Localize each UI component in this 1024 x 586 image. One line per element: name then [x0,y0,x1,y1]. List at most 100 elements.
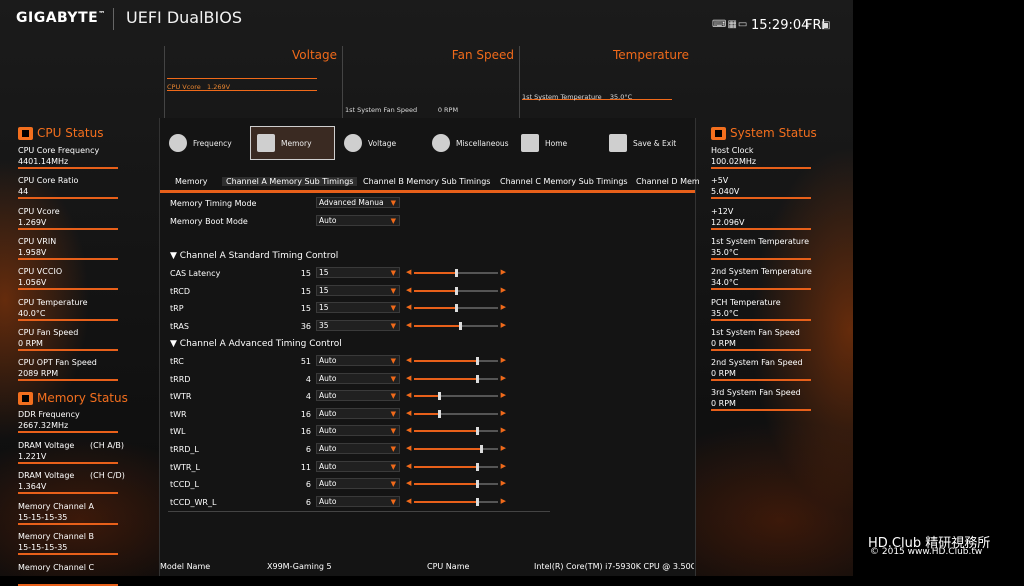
timing-select[interactable]: Auto ▼ [316,407,400,419]
nav-memory[interactable]: Memory [250,126,335,160]
timing-select[interactable]: Auto ▼ [316,390,400,402]
timing-select[interactable]: Auto ▼ [316,355,400,366]
timing-slider[interactable]: ◀ ▶ [406,497,506,507]
slider-track [414,392,498,401]
slider-left-arrow-icon[interactable]: ◀ [406,391,411,399]
slider-knob[interactable] [455,269,458,277]
nav-home[interactable]: Home [515,126,600,160]
slider-left-arrow-icon[interactable]: ◀ [406,462,411,470]
tab-channel-a[interactable]: Channel A Memory Sub Timings [222,177,358,186]
status-item-value: 0 RPM [711,338,736,348]
slider-left-arrow-icon[interactable]: ◀ [406,497,411,505]
timing-select[interactable]: 15 ▼ [316,302,400,313]
timing-slider[interactable]: ◀ ▶ [406,391,506,401]
tab-channel-b[interactable]: Channel B Memory Sub Timings [363,177,490,186]
slider-right-arrow-icon[interactable]: ▶ [501,462,506,470]
nav-miscellaneous[interactable]: Miscellaneous [426,126,511,160]
slider-left-arrow-icon[interactable]: ◀ [406,286,411,294]
nav-frequency[interactable]: Frequency [163,126,248,160]
timing-slider[interactable]: ◀ ▶ [406,356,506,366]
slider-knob[interactable] [455,286,458,295]
timing-select[interactable]: 35 ▼ [316,319,400,331]
slider-right-arrow-icon[interactable]: ▶ [501,479,506,487]
slider-right-arrow-icon[interactable]: ▶ [501,268,506,276]
slider-knob[interactable] [438,392,442,401]
slider-knob[interactable] [455,304,458,312]
timing-slider[interactable]: ◀ ▶ [406,444,506,454]
timing-slider[interactable]: ◀ ▶ [406,374,506,384]
timing-slider[interactable]: ◀ ▶ [406,462,506,472]
slider-right-arrow-icon[interactable]: ▶ [501,426,506,434]
timing-slider[interactable]: ◀ ▶ [406,268,506,278]
status-item: +12V 12.096V [711,207,821,230]
timing-select[interactable]: Auto ▼ [316,460,400,472]
timing-select[interactable]: 15 ▼ [316,284,400,296]
slider-left-arrow-icon[interactable]: ◀ [406,374,411,382]
timing-slider[interactable]: ◀ ▶ [406,479,506,489]
timing-current-value: 4 [305,374,311,384]
timing-select[interactable]: Auto ▼ [316,425,400,437]
slider-knob[interactable] [476,374,479,383]
calendar-icon[interactable]: ▣ [821,20,830,31]
slider-left-arrow-icon[interactable]: ◀ [406,426,411,434]
slider-knob[interactable] [476,497,479,506]
window-icon[interactable]: ▭ [738,19,748,30]
memory-boot-mode-select[interactable]: Auto ▼ [316,215,400,226]
memory-timing-mode-select[interactable]: Advanced Manua ▼ [316,197,400,208]
status-item-label: Host Clock [711,146,754,155]
nav-save-exit[interactable]: Save & Exit [603,126,688,160]
timing-label: tCCD_WR_L [170,497,217,507]
slider-knob[interactable] [480,445,484,453]
advanced-timing-title[interactable]: ▼ Channel A Advanced Timing Control [170,339,342,349]
slider-left-arrow-icon[interactable]: ◀ [406,303,411,311]
timing-select[interactable]: Auto ▼ [316,372,400,384]
timing-current-value: 16 [300,427,311,437]
timing-slider[interactable]: ◀ ▶ [406,303,506,313]
tab-channel-d[interactable]: Channel D Mem [636,177,700,186]
timing-slider[interactable]: ◀ ▶ [406,321,506,331]
slider-left-arrow-icon[interactable]: ◀ [406,268,411,276]
timing-slider[interactable]: ◀ ▶ [406,286,506,296]
temperature-monitor-label: 1st System Temperature 35.0°C [522,93,633,101]
timing-select[interactable]: Auto ▼ [316,495,400,507]
tab-channel-c[interactable]: Channel C Memory Sub Timings [500,177,628,186]
slider-right-arrow-icon[interactable]: ▶ [501,444,506,452]
timing-slider[interactable]: ◀ ▶ [406,409,506,419]
system-gear-icon [711,126,726,140]
status-item-underline [18,348,118,351]
slider-right-arrow-icon[interactable]: ▶ [501,374,506,382]
timing-select[interactable]: Auto ▼ [316,478,400,490]
slider-knob[interactable] [476,427,479,436]
slider-knob[interactable] [476,357,479,365]
slider-right-arrow-icon[interactable]: ▶ [501,409,506,417]
slider-knob[interactable] [459,321,463,330]
slider-left-arrow-icon[interactable]: ◀ [406,321,411,329]
slider-left-arrow-icon[interactable]: ◀ [406,479,411,487]
status-item: CPU Core Frequency 4401.14MHz [18,146,128,169]
slider-left-arrow-icon[interactable]: ◀ [406,444,411,452]
dropdown-arrow-icon: ▼ [390,269,396,277]
standard-timing-title[interactable]: ▼ Channel A Standard Timing Control [170,251,338,261]
slider-right-arrow-icon[interactable]: ▶ [501,391,506,399]
slider-right-arrow-icon[interactable]: ▶ [501,497,506,505]
slider-left-arrow-icon[interactable]: ◀ [406,409,411,417]
status-item-underline [18,257,118,260]
nav-voltage[interactable]: Voltage [338,126,423,160]
tab-memory[interactable]: Memory [175,177,208,186]
memory-timing-mode-value: Advanced Manua [319,198,384,207]
gear-icon [432,134,450,152]
timing-select[interactable]: 15 ▼ [316,267,400,278]
keyboard-icon[interactable]: ⌨ [712,19,727,30]
slider-right-arrow-icon[interactable]: ▶ [501,321,506,329]
slider-knob[interactable] [476,480,479,489]
slider-right-arrow-icon[interactable]: ▶ [501,303,506,311]
timing-slider[interactable]: ◀ ▶ [406,426,506,436]
slider-knob[interactable] [438,409,442,418]
timing-select[interactable]: Auto ▼ [316,443,400,454]
slider-right-arrow-icon[interactable]: ▶ [501,356,506,364]
slider-left-arrow-icon[interactable]: ◀ [406,356,411,364]
grid-icon[interactable]: ▦ [727,19,737,30]
slider-right-arrow-icon[interactable]: ▶ [501,286,506,294]
toolbar-icons[interactable]: ⌨▦▭ [712,19,748,30]
slider-knob[interactable] [476,462,479,471]
